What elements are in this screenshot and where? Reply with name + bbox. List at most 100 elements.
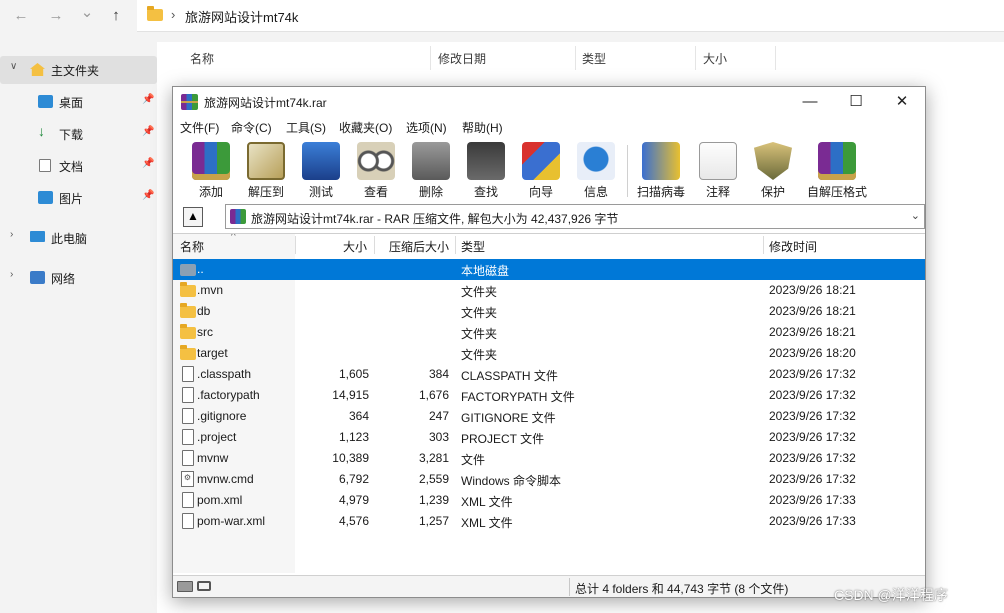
column-divider[interactable] bbox=[455, 236, 456, 254]
column-type[interactable]: 类型 bbox=[461, 238, 485, 255]
column-divider[interactable] bbox=[695, 46, 696, 70]
info-button[interactable]: 信息 bbox=[569, 140, 623, 199]
address-bar[interactable]: › 旅游网站设计mt74k bbox=[137, 0, 1004, 32]
file-name: pom-war.xml bbox=[197, 514, 266, 528]
file-size: 4,979 bbox=[338, 493, 369, 507]
file-size: 1,123 bbox=[338, 430, 369, 444]
column-divider[interactable] bbox=[430, 46, 431, 70]
file-modified: 2023/9/26 18:21 bbox=[769, 304, 856, 318]
table-row[interactable]: target 文件夹 2023/9/26 18:20 bbox=[173, 343, 925, 364]
table-row[interactable]: .factorypath 14,915 1,676 FACTORYPATH 文件… bbox=[173, 385, 925, 406]
view-icon bbox=[357, 142, 395, 180]
file-modified: 2023/9/26 18:20 bbox=[769, 346, 856, 360]
column-type[interactable]: 类型 bbox=[582, 50, 606, 67]
table-row[interactable]: mvnw 10,389 3,281 文件 2023/9/26 17:32 bbox=[173, 448, 925, 469]
title-bar[interactable]: 旅游网站设计mt74k.rar — ☐ ✕ bbox=[173, 87, 925, 117]
table-row[interactable]: ⚙ mvnw.cmd 6,792 2,559 Windows 命令脚本 2023… bbox=[173, 469, 925, 490]
delete-button[interactable]: 删除 bbox=[404, 140, 458, 199]
recent-locations-icon[interactable]: ⌄ bbox=[76, 3, 98, 21]
column-modified[interactable]: 修改时间 bbox=[769, 238, 817, 255]
sidebar-item-this-pc[interactable]: › 此电脑 bbox=[0, 224, 157, 252]
test-button[interactable]: 测试 bbox=[294, 140, 348, 199]
sidebar-item-downloads[interactable]: ↓ 下载 📌 bbox=[0, 120, 157, 148]
column-packed-size[interactable]: 压缩后大小 bbox=[389, 238, 449, 255]
forward-icon[interactable]: → bbox=[45, 7, 67, 24]
wizard-button[interactable]: 向导 bbox=[514, 140, 568, 199]
file-modified: 2023/9/26 17:33 bbox=[769, 514, 856, 528]
archive-icon bbox=[230, 209, 246, 224]
breadcrumb-folder[interactable]: 旅游网站设计mt74k bbox=[185, 7, 298, 26]
sidebar-item-network[interactable]: › 网络 bbox=[0, 264, 157, 292]
chevron-down-icon[interactable]: ∨ bbox=[10, 61, 17, 72]
column-size[interactable]: 大小 bbox=[703, 50, 727, 67]
column-name[interactable]: 名称 bbox=[180, 238, 204, 255]
pin-icon[interactable]: 📌 bbox=[142, 94, 154, 105]
archive-path-dropdown[interactable]: 旅游网站设计mt74k.rar - RAR 压缩文件, 解包大小为 42,437… bbox=[225, 204, 925, 229]
drive-icon[interactable] bbox=[177, 581, 193, 592]
test-icon bbox=[302, 142, 340, 180]
file-type: XML 文件 bbox=[461, 516, 513, 530]
column-name[interactable]: 名称 bbox=[190, 50, 214, 67]
table-row[interactable]: src 文件夹 2023/9/26 18:21 bbox=[173, 322, 925, 343]
virus-scan-button[interactable]: 扫描病毒 bbox=[634, 140, 688, 199]
column-divider[interactable] bbox=[775, 46, 776, 70]
menu-tools[interactable]: 工具(S) bbox=[286, 119, 326, 136]
find-icon bbox=[467, 142, 505, 180]
column-divider[interactable] bbox=[763, 236, 764, 254]
table-row[interactable]: .mvn 文件夹 2023/9/26 18:21 bbox=[173, 280, 925, 301]
table-row[interactable]: pom.xml 4,979 1,239 XML 文件 2023/9/26 17:… bbox=[173, 490, 925, 511]
pin-icon[interactable]: 📌 bbox=[142, 190, 154, 201]
file-modified: 2023/9/26 17:32 bbox=[769, 388, 856, 402]
column-modified[interactable]: 修改日期 bbox=[438, 50, 486, 67]
maximize-button[interactable]: ☐ bbox=[833, 87, 879, 117]
back-icon[interactable]: ← bbox=[10, 7, 32, 24]
key-icon[interactable] bbox=[197, 581, 211, 591]
column-divider[interactable] bbox=[374, 236, 375, 254]
table-row[interactable]: pom-war.xml 4,576 1,257 XML 文件 2023/9/26… bbox=[173, 511, 925, 532]
menu-file[interactable]: 文件(F) bbox=[180, 119, 219, 136]
protect-icon bbox=[754, 142, 792, 180]
menu-options[interactable]: 选项(N) bbox=[406, 119, 447, 136]
menu-commands[interactable]: 命令(C) bbox=[231, 119, 272, 136]
up-one-level-button[interactable]: ▲ bbox=[183, 207, 203, 227]
file-icon bbox=[182, 513, 194, 529]
pin-icon[interactable]: 📌 bbox=[142, 126, 154, 137]
sidebar-item-label: 图片 bbox=[59, 192, 84, 206]
column-divider[interactable] bbox=[295, 236, 296, 254]
file-name: mvnw.cmd bbox=[197, 472, 254, 486]
minimize-button[interactable]: — bbox=[787, 87, 833, 117]
table-row[interactable]: .gitignore 364 247 GITIGNORE 文件 2023/9/2… bbox=[173, 406, 925, 427]
menu-help[interactable]: 帮助(H) bbox=[462, 119, 503, 136]
sidebar-item-home[interactable]: ∨ 主文件夹 bbox=[0, 56, 157, 84]
column-size[interactable]: 大小 bbox=[343, 238, 367, 255]
pictures-icon bbox=[38, 191, 53, 204]
chevron-right-icon[interactable]: › bbox=[10, 229, 13, 240]
up-icon[interactable]: ↑ bbox=[105, 7, 127, 24]
menu-favorites[interactable]: 收藏夹(O) bbox=[339, 119, 392, 136]
close-button[interactable]: ✕ bbox=[879, 87, 925, 117]
extract-to-button[interactable]: 解压到 bbox=[239, 140, 293, 199]
sfx-button[interactable]: 自解压格式 bbox=[807, 140, 867, 199]
comment-button[interactable]: 注释 bbox=[691, 140, 745, 199]
chevron-down-icon[interactable]: ⌄ bbox=[911, 209, 920, 222]
folder-icon bbox=[147, 6, 163, 21]
archive-file-list: 名称 ^ 大小 压缩后大小 类型 修改时间 .. 本地磁盘 .mvn 文件夹 2… bbox=[173, 233, 925, 573]
table-row[interactable]: .classpath 1,605 384 CLASSPATH 文件 2023/9… bbox=[173, 364, 925, 385]
file-type: 文件夹 bbox=[461, 285, 498, 299]
column-divider[interactable] bbox=[575, 46, 576, 70]
view-button[interactable]: 查看 bbox=[349, 140, 403, 199]
add-button[interactable]: 添加 bbox=[184, 140, 238, 199]
chevron-right-icon[interactable]: › bbox=[10, 269, 13, 280]
watermark: CSDN @洋洋程序 bbox=[834, 587, 948, 603]
sidebar-item-documents[interactable]: 文档 📌 bbox=[0, 152, 157, 180]
find-button[interactable]: 查找 bbox=[459, 140, 513, 199]
table-row[interactable]: db 文件夹 2023/9/26 18:21 bbox=[173, 301, 925, 322]
pin-icon[interactable]: 📌 bbox=[142, 158, 154, 169]
sidebar-item-pictures[interactable]: 图片 📌 bbox=[0, 184, 157, 212]
protect-button[interactable]: 保护 bbox=[746, 140, 800, 199]
table-row[interactable]: .. 本地磁盘 bbox=[173, 259, 925, 280]
download-icon: ↓ bbox=[38, 123, 45, 139]
sidebar-item-desktop[interactable]: 桌面 📌 bbox=[0, 88, 157, 116]
table-row[interactable]: .project 1,123 303 PROJECT 文件 2023/9/26 … bbox=[173, 427, 925, 448]
file-name: src bbox=[197, 325, 213, 339]
